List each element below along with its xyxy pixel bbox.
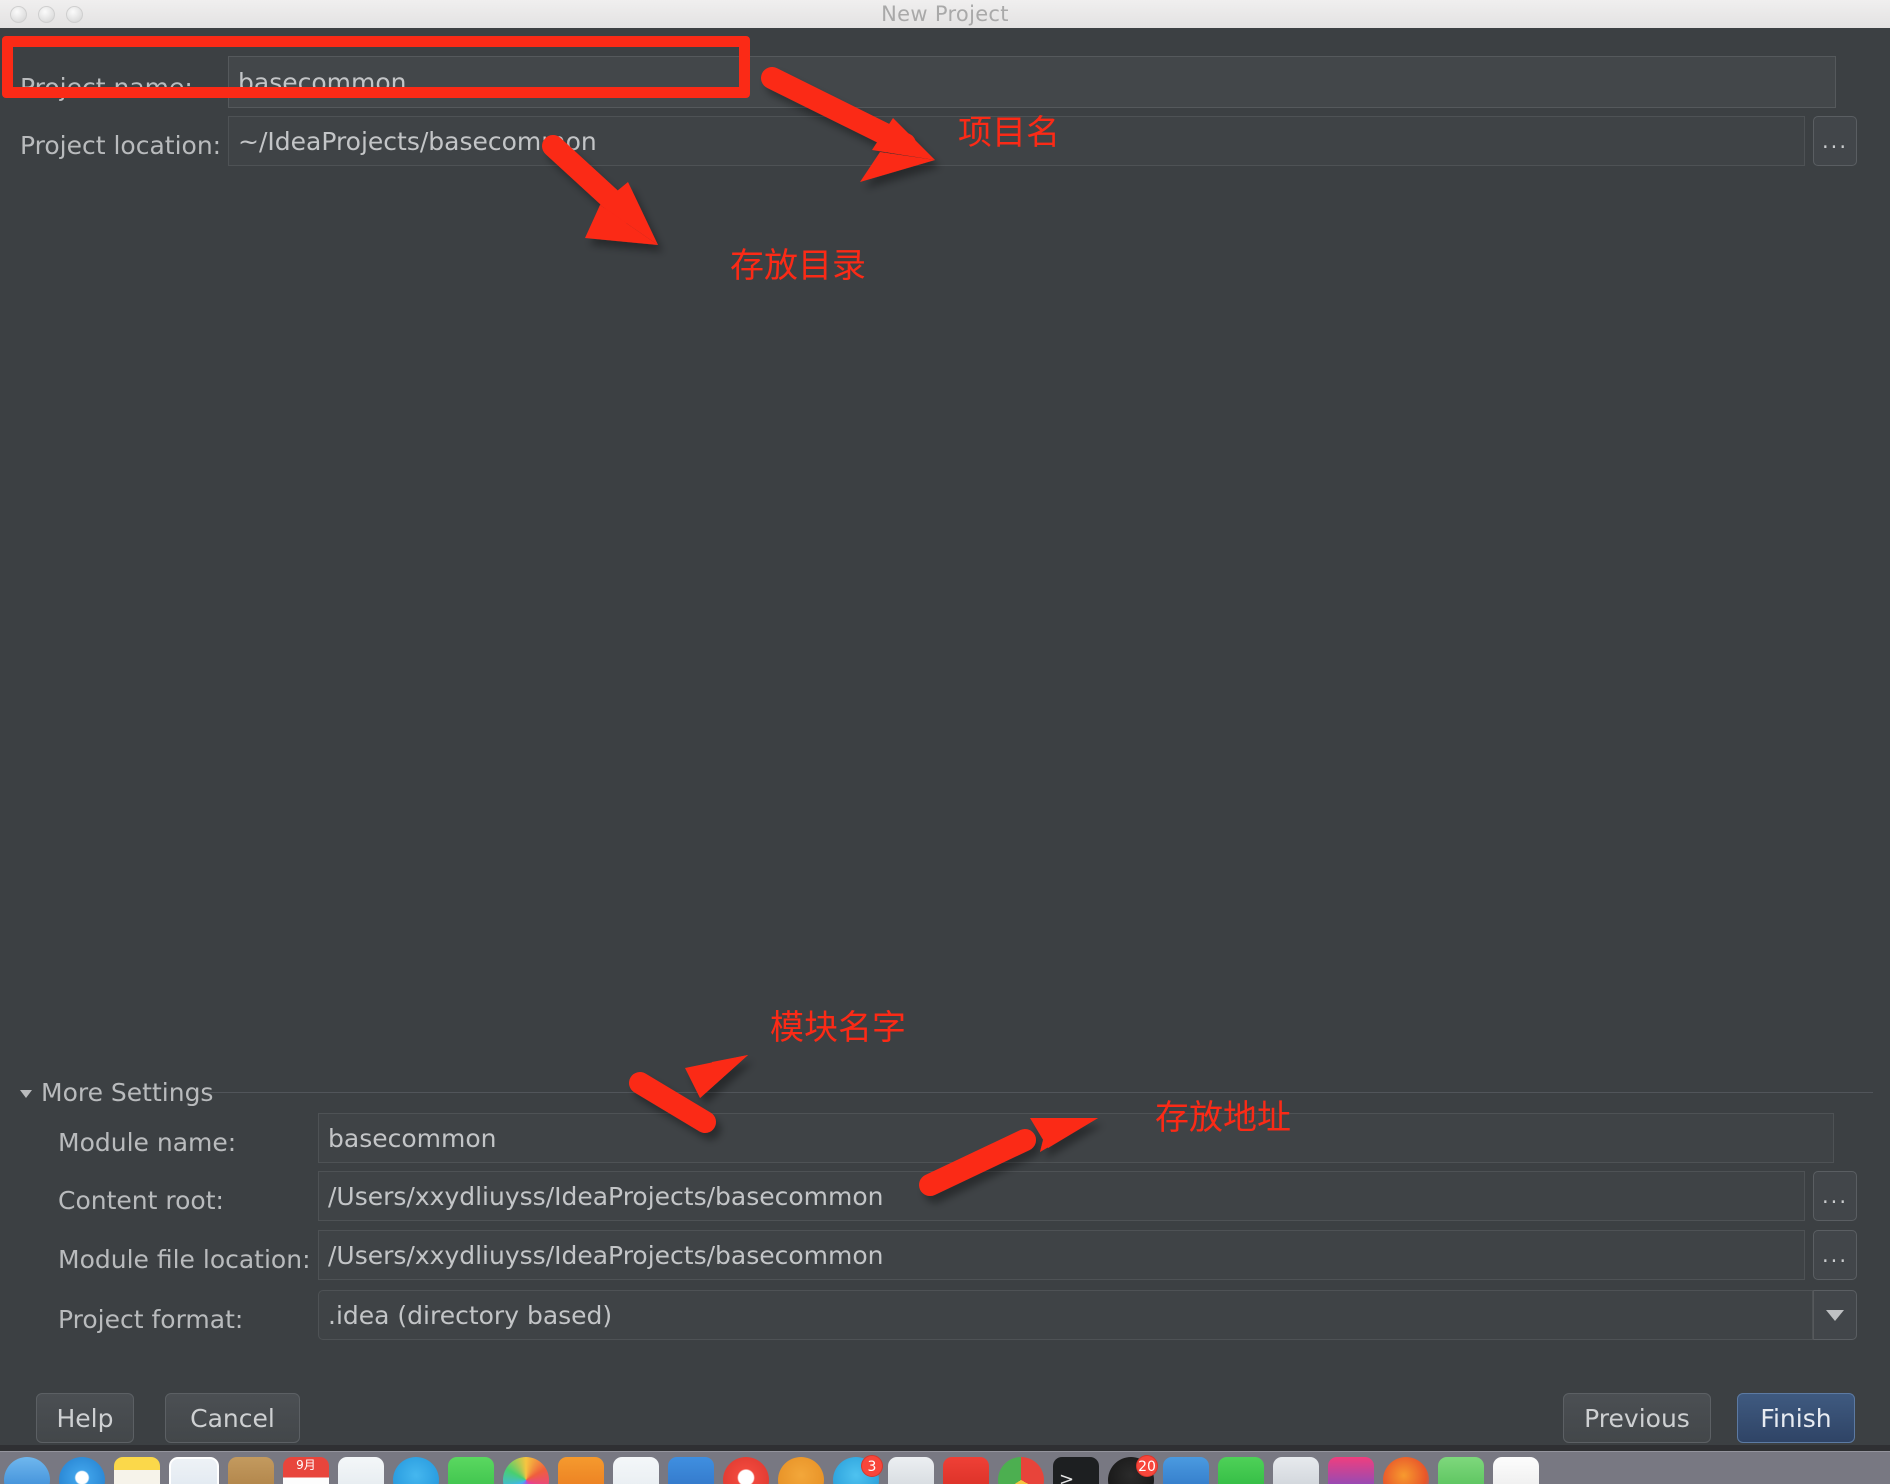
dock-icon-system-preferences[interactable] bbox=[888, 1457, 934, 1484]
dock-icon-edge[interactable] bbox=[1273, 1457, 1319, 1484]
dock-icon-sublime[interactable] bbox=[1328, 1457, 1374, 1484]
project-name-label: Project name: bbox=[20, 73, 193, 102]
dock-icon-reminders[interactable] bbox=[338, 1457, 384, 1484]
finish-button[interactable]: Finish bbox=[1737, 1393, 1855, 1443]
dock-icon-recorder[interactable] bbox=[943, 1457, 989, 1484]
dock-badge-qq: 20 bbox=[1136, 1455, 1158, 1477]
content-root-browse-button[interactable]: ... bbox=[1813, 1171, 1857, 1221]
project-location-browse-button[interactable]: ... bbox=[1813, 116, 1857, 166]
project-format-select[interactable]: .idea (directory based) bbox=[318, 1290, 1813, 1340]
module-file-location-label: Module file location: bbox=[58, 1245, 311, 1274]
dock-icon-itunes[interactable] bbox=[723, 1457, 769, 1484]
more-settings-expand-icon[interactable] bbox=[20, 1090, 32, 1098]
dock-icon-calendar[interactable]: 9月 bbox=[283, 1457, 329, 1484]
module-file-location-input[interactable]: /Users/xxydliuyss/IdeaProjects/basecommo… bbox=[318, 1230, 1805, 1280]
dock-icon-document[interactable] bbox=[1493, 1457, 1539, 1484]
dock-icon-qq[interactable]: 20 bbox=[1108, 1455, 1158, 1484]
dock-icon-keynote[interactable] bbox=[668, 1457, 714, 1484]
dock-icon-pages[interactable] bbox=[558, 1457, 604, 1484]
previous-button[interactable]: Previous bbox=[1563, 1393, 1711, 1443]
annotation-label-project-location: 存放目录 bbox=[730, 246, 866, 286]
annotation-label-project-name: 项目名 bbox=[958, 113, 1060, 153]
dock-icon-evernote[interactable] bbox=[1438, 1457, 1484, 1484]
dock-icon-messages[interactable] bbox=[448, 1457, 494, 1484]
chevron-down-glyph bbox=[1826, 1309, 1844, 1321]
dock-icon-mail-badge[interactable]: 3 bbox=[833, 1455, 883, 1484]
cancel-button[interactable]: Cancel bbox=[165, 1393, 300, 1443]
module-file-location-browse-button[interactable]: ... bbox=[1813, 1230, 1857, 1280]
dock-badge-mail: 3 bbox=[861, 1455, 883, 1477]
module-name-input[interactable]: basecommon bbox=[318, 1113, 1834, 1163]
dock-icon-word[interactable] bbox=[1163, 1457, 1209, 1484]
dock-icon-app-store[interactable] bbox=[778, 1457, 824, 1484]
dock-icon-terminal[interactable]: >_ bbox=[1053, 1457, 1099, 1484]
more-settings-label[interactable]: More Settings bbox=[41, 1078, 213, 1107]
dock-icon-safari[interactable] bbox=[59, 1457, 105, 1484]
dock-icon-numbers[interactable] bbox=[613, 1457, 659, 1484]
dock-icon-chrome[interactable] bbox=[998, 1457, 1044, 1484]
annotation-label-module-name: 模块名字 bbox=[770, 1008, 906, 1048]
project-format-label: Project format: bbox=[58, 1305, 244, 1334]
window-titlebar: New Project bbox=[0, 0, 1890, 29]
dock-icon-wechat[interactable] bbox=[1218, 1457, 1264, 1484]
more-settings-divider bbox=[205, 1092, 1873, 1093]
project-format-chevron-down-icon[interactable] bbox=[1813, 1290, 1857, 1340]
window-title: New Project bbox=[881, 2, 1009, 26]
content-root-label: Content root: bbox=[58, 1186, 224, 1215]
dock-icon-finder[interactable] bbox=[4, 1457, 50, 1484]
dock-icon-maps[interactable] bbox=[393, 1457, 439, 1484]
annotation-label-content-root: 存放地址 bbox=[1155, 1098, 1291, 1138]
content-root-input[interactable]: /Users/xxydliuyss/IdeaProjects/basecommo… bbox=[318, 1171, 1805, 1221]
macos-dock: 9月 3 >_ 20 bbox=[0, 1445, 1890, 1484]
help-button[interactable]: Help bbox=[36, 1393, 134, 1443]
dock-icon-list: 9月 3 >_ 20 bbox=[0, 1455, 1890, 1484]
new-project-dialog: Project name: basecommon Project locatio… bbox=[0, 28, 1890, 1445]
dock-icon-photos[interactable] bbox=[503, 1457, 549, 1484]
dock-icon-notes[interactable] bbox=[114, 1457, 160, 1484]
module-name-label: Module name: bbox=[58, 1128, 237, 1157]
dock-icon-mail[interactable] bbox=[169, 1457, 219, 1484]
screen: New Project Project name: basecommon Pro… bbox=[0, 0, 1890, 1484]
project-location-label: Project location: bbox=[20, 131, 222, 160]
dock-icon-contacts[interactable] bbox=[228, 1457, 274, 1484]
project-name-input[interactable]: basecommon bbox=[228, 56, 1836, 108]
dock-icon-firefox[interactable] bbox=[1383, 1457, 1429, 1484]
